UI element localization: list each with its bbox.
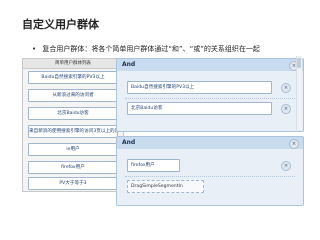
bullet-dot-icon: • — [32, 45, 37, 53]
scrollbar[interactable] — [296, 56, 302, 130]
page-title: 自定义用户群体 — [22, 18, 99, 31]
segment-item[interactable]: PV大于等于3 — [28, 177, 118, 190]
close-icon[interactable]: × — [281, 161, 291, 171]
close-icon[interactable]: × — [281, 83, 291, 93]
close-icon[interactable]: × — [281, 104, 291, 114]
segment-item[interactable]: firefox用户 — [28, 161, 118, 174]
divider — [125, 176, 295, 177]
scrollbar-thumb[interactable] — [297, 58, 301, 68]
group-operator-label: And — [117, 59, 303, 71]
segment-item[interactable]: Baidu自然搜索引擎的PV3以上 — [28, 71, 118, 84]
bullet-text: 复合用户群体：将各个简单用户群体通过“和”、“或”的关系组织在一起 — [42, 45, 260, 53]
close-icon[interactable]: × — [289, 139, 299, 149]
simple-segment-list-panel: 简单用户群体列表 Baidu自然搜索引擎的PV3以上 从新浪过来的访问者 北京B… — [22, 58, 124, 192]
divider — [125, 98, 295, 99]
group-segment-slot[interactable]: firefox用户 — [127, 159, 180, 172]
and-group-2: And × firefox用户 × DragSimpleSegmentIn — [116, 136, 304, 206]
segment-item[interactable]: 来自新浪的使用搜索引擎的访问3页以上的客户 — [28, 125, 118, 138]
simple-segment-list-header: 简单用户群体列表 — [23, 59, 123, 69]
segment-item[interactable]: ie用户 — [28, 143, 118, 156]
segment-item[interactable]: 从新浪过来的访问者 — [28, 89, 118, 102]
group-segment-slot[interactable]: 北京Baidu访客 — [127, 102, 272, 115]
and-group-1: And × Baidu自然搜索引擎的PV3以上 × 北京Baidu访客 × — [116, 58, 304, 132]
segment-item[interactable]: 北京Baidu访客 — [28, 107, 118, 120]
group-operator-label: And — [117, 137, 303, 149]
group-segment-slot[interactable]: Baidu自然搜索引擎的PV3以上 — [127, 81, 272, 94]
drop-target-slot[interactable]: DragSimpleSegmentIn — [127, 180, 204, 193]
bullet-description: • 复合用户群体：将各个简单用户群体通过“和”、“或”的关系组织在一起 — [32, 44, 260, 54]
